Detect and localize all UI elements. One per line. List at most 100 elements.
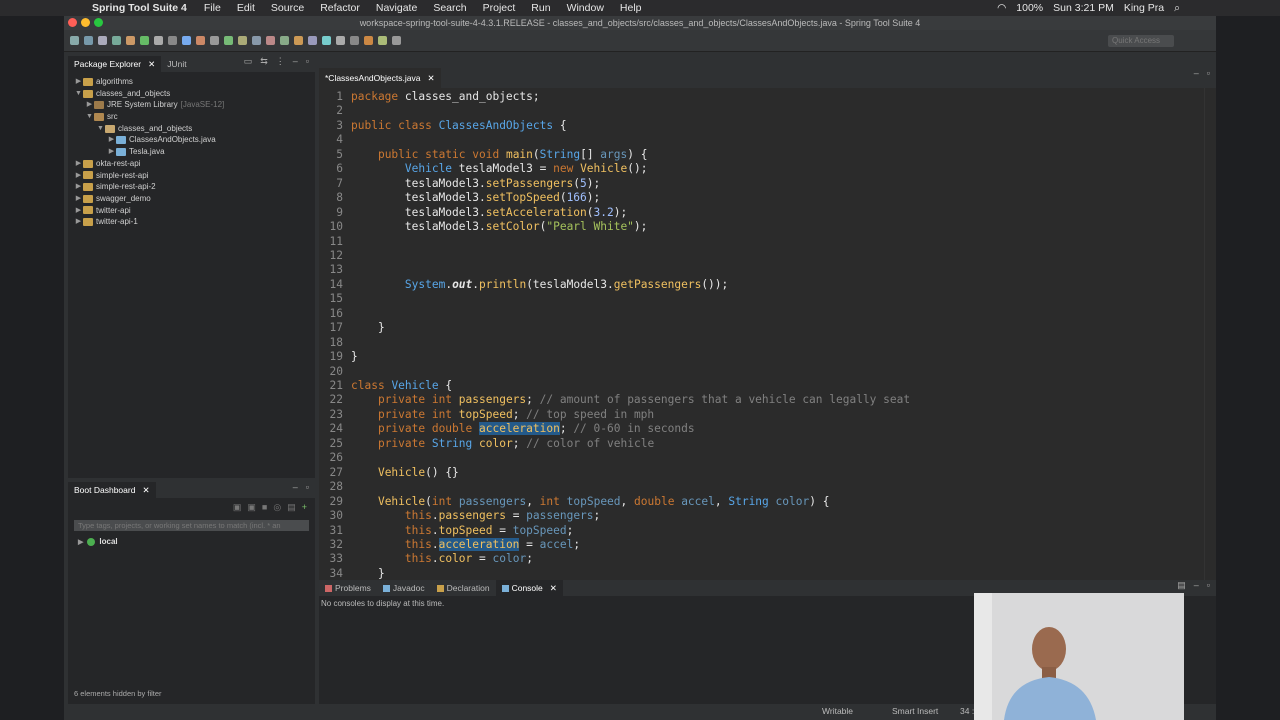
code-line[interactable]: Vehicle(int passengers, int topSpeed, do… (351, 495, 829, 508)
tab-classes-and-objects[interactable]: *ClassesAndObjects.java ✕ (319, 68, 441, 88)
code-line[interactable]: package classes_and_objects; (351, 90, 540, 103)
tree-item[interactable]: ▶ algorithms (68, 76, 315, 88)
code-line[interactable]: } (351, 350, 358, 363)
toolbar-tool-icon[interactable] (210, 36, 219, 45)
code-line[interactable]: private int topSpeed; // top speed in mp… (351, 408, 654, 421)
toolbar-tool-icon[interactable] (98, 36, 107, 45)
maximize-icon[interactable]: ▫ (306, 482, 309, 492)
code-line[interactable]: public static void main(String[] args) { (351, 148, 648, 161)
toolbar-tool-icon[interactable] (336, 36, 345, 45)
expand-arrow-icon[interactable]: ▶ (85, 99, 94, 111)
expand-arrow-icon[interactable]: ▶ (74, 193, 83, 205)
toolbar-tool-icon[interactable] (126, 36, 135, 45)
collapse-all-icon[interactable]: ▭ (244, 56, 253, 67)
menu-window[interactable]: Window (567, 2, 604, 14)
tab-junit[interactable]: JUnit (161, 56, 192, 72)
code-line[interactable]: this.acceleration = accel; (351, 537, 580, 551)
maximize-icon[interactable]: ▫ (1207, 68, 1210, 78)
toolbar-tool-icon[interactable] (182, 36, 191, 45)
local-target[interactable]: ▶ local (78, 537, 315, 546)
tab-javadoc[interactable]: Javadoc (377, 580, 431, 596)
display-console-icon[interactable]: ▤ (1177, 580, 1186, 591)
open-console-icon[interactable]: ▤ (287, 502, 296, 513)
close-window-button[interactable] (68, 18, 77, 27)
clock[interactable]: Sun 3:21 PM (1053, 2, 1114, 14)
toolbar-tool-icon[interactable] (224, 36, 233, 45)
menu-refactor[interactable]: Refactor (320, 2, 360, 14)
expand-arrow-icon[interactable]: ▶ (74, 76, 83, 88)
code-line[interactable]: class Vehicle { (351, 379, 452, 392)
expand-arrow-icon[interactable]: ▼ (96, 123, 105, 135)
tree-item[interactable]: ▶ simple-rest-api-2 (68, 181, 315, 193)
tree-item[interactable]: ▼ classes_and_objects (68, 88, 315, 100)
code-area[interactable]: 1 package classes_and_objects; 2 3 public cl… (319, 88, 1204, 580)
code-line[interactable]: private int passengers; // amount of pas… (351, 393, 910, 406)
expand-arrow-icon[interactable]: ▶ (74, 216, 83, 228)
code-line[interactable]: Vehicle() {} (351, 466, 459, 479)
menu-edit[interactable]: Edit (237, 2, 255, 14)
code-line[interactable]: public class ClassesAndObjects { (351, 119, 567, 132)
minimize-window-button[interactable] (81, 18, 90, 27)
minimize-icon[interactable]: – (293, 56, 298, 67)
quick-access-field[interactable]: Quick Access (1108, 35, 1174, 47)
editor-overview-ruler[interactable] (1204, 88, 1216, 580)
code-line[interactable]: System.out.println(teslaModel3.getPassen… (351, 278, 728, 291)
toolbar-tool-icon[interactable] (322, 36, 331, 45)
toolbar-tool-icon[interactable] (378, 36, 387, 45)
close-icon[interactable]: ✕ (142, 482, 149, 498)
menu-navigate[interactable]: Navigate (376, 2, 417, 14)
tree-item[interactable]: ▶ ClassesAndObjects.java (68, 134, 315, 146)
tab-problems[interactable]: Problems (319, 580, 377, 596)
code-line[interactable]: teslaModel3.setColor("Pearl White"); (351, 220, 648, 233)
code-line[interactable]: this.topSpeed = topSpeed; (351, 524, 573, 537)
tree-item[interactable]: ▶ twitter-api (68, 205, 315, 217)
toolbar-tool-icon[interactable] (280, 36, 289, 45)
zoom-window-button[interactable] (94, 18, 103, 27)
toolbar-tool-icon[interactable] (140, 36, 149, 45)
open-browser-icon[interactable]: ◎ (273, 502, 281, 513)
code-line[interactable]: this.passengers = passengers; (351, 509, 600, 522)
code-line[interactable]: private String color; // color of vehicl… (351, 437, 654, 450)
tree-item[interactable]: ▶ swagger_demo (68, 193, 315, 205)
menu-source[interactable]: Source (271, 2, 304, 14)
close-icon[interactable]: ✕ (148, 56, 155, 72)
toolbar-tool-icon[interactable] (252, 36, 261, 45)
menu-search[interactable]: Search (433, 2, 466, 14)
toolbar-tool-icon[interactable] (196, 36, 205, 45)
menu-help[interactable]: Help (620, 2, 642, 14)
start-icon[interactable]: ▣ (233, 502, 242, 513)
close-icon[interactable]: ✕ (427, 70, 434, 86)
expand-arrow-icon[interactable]: ▶ (74, 170, 83, 182)
toolbar-tool-icon[interactable] (238, 36, 247, 45)
close-icon[interactable]: ✕ (550, 580, 557, 596)
toolbar-tool-icon[interactable] (154, 36, 163, 45)
add-icon[interactable]: + (302, 502, 307, 512)
expand-arrow-icon[interactable]: ▶ (107, 134, 116, 146)
expand-arrow-icon[interactable]: ▼ (85, 111, 94, 123)
minimize-icon[interactable]: – (1194, 580, 1199, 591)
debug-icon[interactable]: ▣ (247, 502, 256, 513)
code-line[interactable]: teslaModel3.setTopSpeed(166); (351, 191, 600, 204)
app-menu[interactable]: Spring Tool Suite 4 (92, 2, 187, 14)
toolbar-tool-icon[interactable] (168, 36, 177, 45)
code-line[interactable]: } (351, 321, 385, 334)
tree-item[interactable]: ▶ twitter-api-1 (68, 216, 315, 228)
toolbar-tool-icon[interactable] (350, 36, 359, 45)
maximize-icon[interactable]: ▫ (306, 56, 309, 67)
code-line[interactable]: } (351, 567, 385, 580)
maximize-icon[interactable]: ▫ (1207, 580, 1210, 591)
toolbar-tool-icon[interactable] (112, 36, 121, 45)
expand-arrow-icon[interactable]: ▶ (78, 538, 83, 546)
expand-arrow-icon[interactable]: ▶ (74, 181, 83, 193)
tree-item[interactable]: ▶ okta-rest-api (68, 158, 315, 170)
tree-item[interactable]: ▶ simple-rest-api (68, 170, 315, 182)
code-line[interactable]: this.color = color; (351, 552, 533, 565)
tree-item[interactable]: ▼ src (68, 111, 315, 123)
link-editor-icon[interactable]: ⇆ (260, 56, 268, 67)
tree-item[interactable]: ▶ JRE System Library [JavaSE-12] (68, 99, 315, 111)
boot-filter-input[interactable]: Type tags, projects, or working set name… (74, 520, 309, 531)
toolbar-tool-icon[interactable] (84, 36, 93, 45)
expand-arrow-icon[interactable]: ▼ (74, 88, 83, 100)
expand-arrow-icon[interactable]: ▶ (74, 205, 83, 217)
toolbar-tool-icon[interactable] (266, 36, 275, 45)
